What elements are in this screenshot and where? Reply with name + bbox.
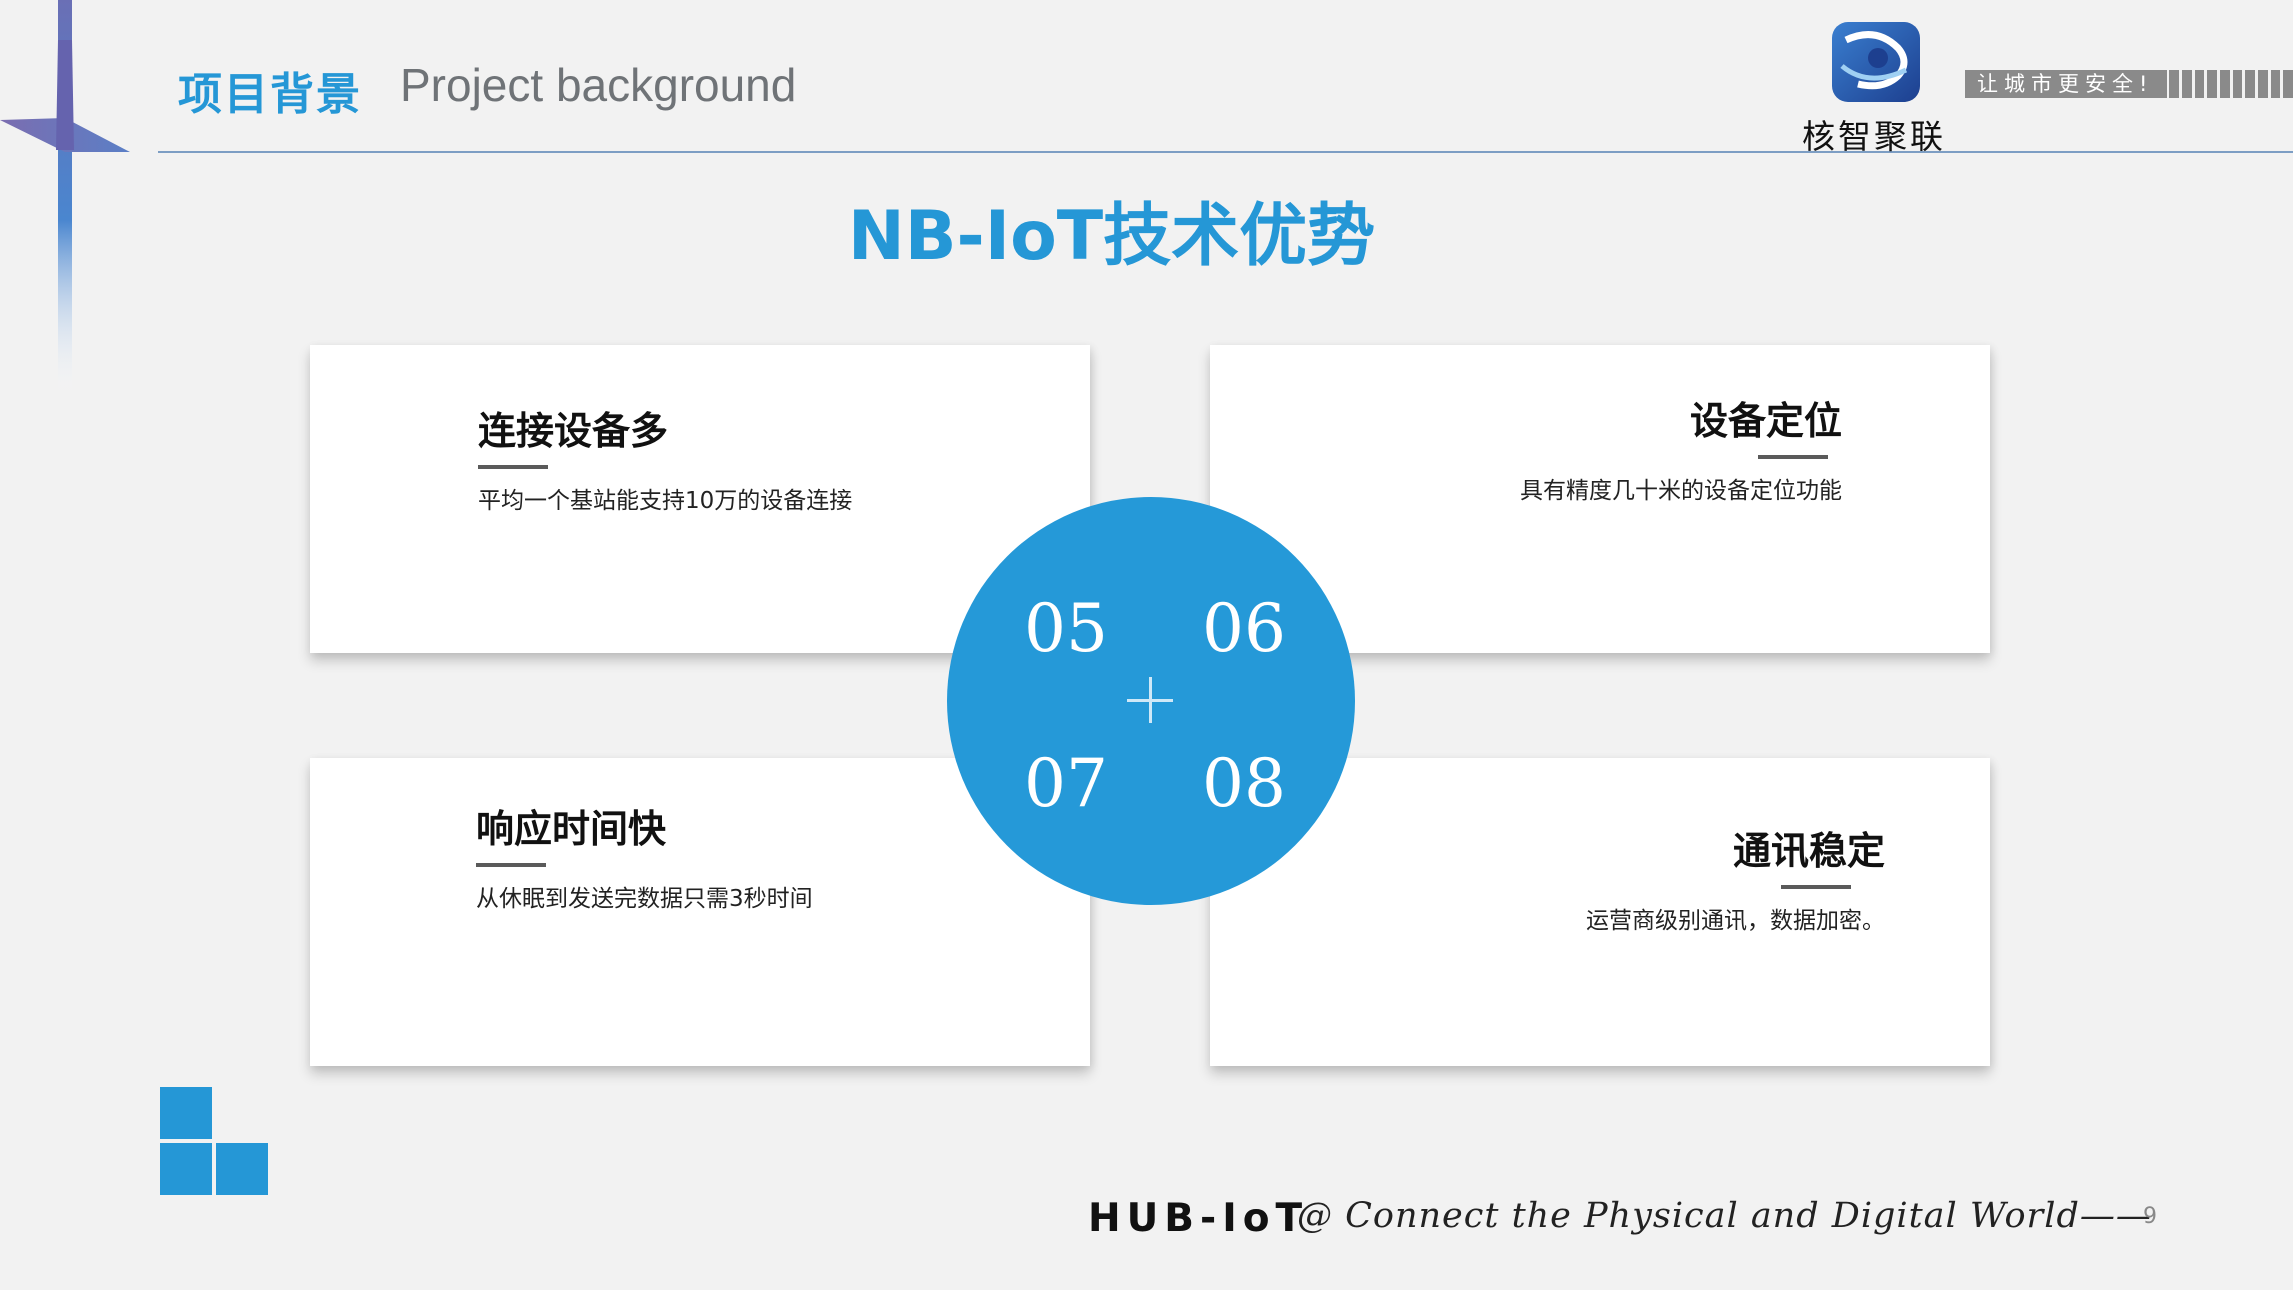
page-number: 9 — [2143, 1204, 2157, 1229]
card-title: 响应时间快 — [476, 807, 667, 851]
number-07: 07 — [1024, 745, 1108, 822]
center-number-circle: 05 06 07 08 — [947, 497, 1355, 905]
section-title-cn: 项目背景 — [178, 69, 362, 120]
decorative-square — [160, 1087, 212, 1139]
title-underline — [478, 465, 548, 469]
company-name: 核智聚联 — [1802, 117, 1946, 156]
section-title-en: Project background — [400, 59, 797, 111]
title-underline — [1781, 885, 1851, 889]
card-title: 设备定位 — [1689, 399, 1842, 443]
number-05: 05 — [1024, 590, 1108, 667]
number-06: 06 — [1202, 590, 1286, 667]
title-underline — [476, 863, 546, 867]
company-logo-icon — [1832, 22, 1920, 102]
card-title: 连接设备多 — [478, 409, 669, 453]
card-stable-communication: 通讯稳定 运营商级别通讯，数据加密。 — [1210, 758, 1990, 1066]
card-description: 运营商级别通讯，数据加密。 — [1586, 908, 1885, 934]
title-underline — [1758, 455, 1828, 459]
card-description: 从休眠到发送完数据只需3秒时间 — [476, 886, 813, 912]
footer-tagline: @ Connect the Physical and Digital World… — [1297, 1196, 2152, 1236]
slogan-banner: 让城市更安全! — [1965, 70, 2293, 98]
card-description: 平均一个基站能支持10万的设备连接 — [478, 488, 853, 514]
card-description: 具有精度几十米的设备定位功能 — [1520, 478, 1842, 504]
card-title: 通讯稳定 — [1732, 829, 1885, 873]
decorative-square — [216, 1143, 268, 1195]
number-08: 08 — [1202, 745, 1286, 822]
decorative-square — [160, 1143, 212, 1195]
slogan-stripes — [2169, 70, 2293, 98]
footer-brand: HUB-IoT — [1088, 1196, 1309, 1241]
slogan-text: 让城市更安全! — [1965, 70, 2168, 98]
page-title: NB-IoT技术优势 — [847, 197, 1376, 276]
header-divider — [158, 151, 2293, 153]
card-fast-response: 响应时间快 从休眠到发送完数据只需3秒时间 — [310, 758, 1090, 1066]
